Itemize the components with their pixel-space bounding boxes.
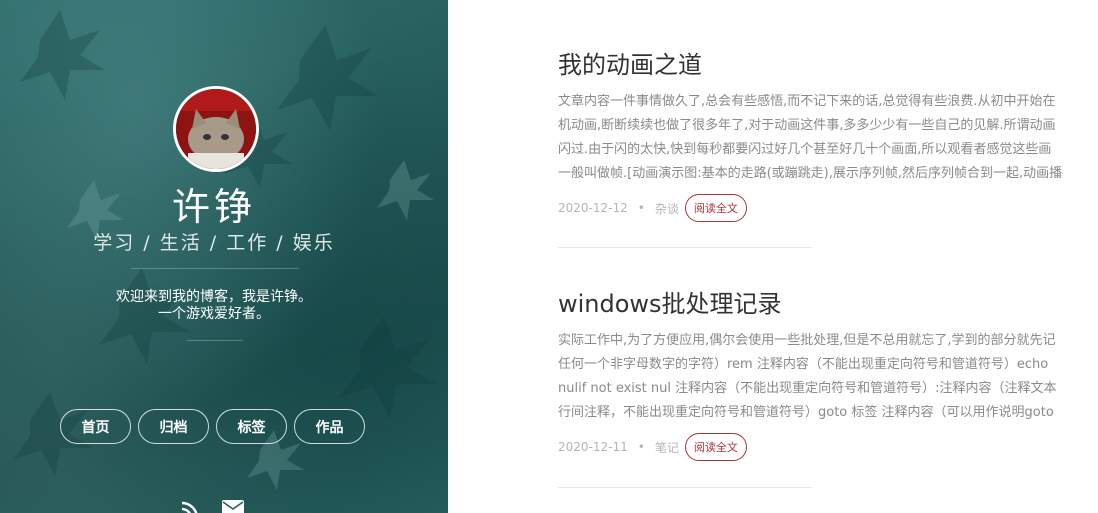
- post-title[interactable]: 我的动画之道: [558, 45, 1098, 80]
- post-category[interactable]: 笔记: [655, 439, 679, 456]
- mail-icon[interactable]: [222, 500, 244, 513]
- post-excerpt: 文章内容一件事情做久了,总会有些感悟,而不记下来的话,总觉得有些浪费.从初中开始…: [558, 90, 1098, 186]
- divider: [131, 268, 299, 269]
- excerpt-line: 实际工作中,为了方便应用,偶尔会使用一些批处理,但是不总用就忘了,学到的部分就先…: [558, 333, 1056, 348]
- post-divider: [558, 247, 812, 248]
- tagline: 学习 / 生活 / 工作 / 娱乐: [93, 232, 335, 254]
- social-links: [180, 500, 244, 513]
- divider: [187, 340, 243, 341]
- read-more-button[interactable]: 阅读全文: [684, 194, 747, 222]
- post-title[interactable]: windows批处理记录: [558, 284, 1098, 319]
- post-date: 2020-12-12: [558, 201, 628, 215]
- meta-separator: •: [637, 201, 645, 215]
- rss-icon[interactable]: [180, 500, 200, 513]
- nav-works-button[interactable]: 作品: [294, 409, 365, 444]
- excerpt-line: 一般叫做帧.[动画演示图:基本的走路(或蹦跳走),展示序列帧,然后序列帧合到一起…: [558, 166, 1063, 181]
- post-date: 2020-12-11: [558, 440, 628, 454]
- avatar[interactable]: [173, 86, 259, 172]
- excerpt-line: 任何一个非字母数字的字符）rem 注释内容（不能出现重定向符号和管道符号）ech…: [558, 357, 1049, 372]
- post-card: windows批处理记录 实际工作中,为了方便应用,偶尔会使用一些批处理,但是不…: [558, 284, 1098, 461]
- nav-archive-button[interactable]: 归档: [138, 409, 209, 444]
- post-meta: 2020-12-12 • 杂谈 阅读全文: [558, 194, 1098, 222]
- nav-tags-button[interactable]: 标签: [216, 409, 287, 444]
- excerpt-line: 文章内容一件事情做久了,总会有些感悟,而不记下来的话,总觉得有些浪费.从初中开始…: [558, 94, 1056, 109]
- post-meta: 2020-12-11 • 笔记 阅读全文: [558, 433, 1098, 461]
- read-more-button[interactable]: 阅读全文: [684, 433, 747, 461]
- post-card: 我的动画之道 文章内容一件事情做久了,总会有些感悟,而不记下来的话,总觉得有些浪…: [558, 45, 1098, 222]
- main-nav: 首页 归档 标签 作品: [60, 409, 365, 444]
- excerpt-line: 机动画,断断续续也做了很多年了,对于动画这件事,多多少少有一些自己的见解.所谓动…: [558, 118, 1056, 133]
- intro-line-1: 欢迎来到我的博客，我是许铮。: [116, 289, 312, 305]
- sidebar: 许铮 学习 / 生活 / 工作 / 娱乐 欢迎来到我的博客，我是许铮。 一个游戏…: [0, 0, 448, 513]
- intro-line-2: 一个游戏爱好者。: [158, 306, 270, 322]
- excerpt-line: 行间注释，不能出现重定向符号和管道符号）goto 标签 注释内容（可以用作说明g…: [558, 405, 1054, 420]
- post-divider: [558, 487, 812, 488]
- author-name: 许铮: [171, 185, 256, 229]
- meta-separator: •: [637, 440, 645, 454]
- post-excerpt: 实际工作中,为了方便应用,偶尔会使用一些批处理,但是不总用就忘了,学到的部分就先…: [558, 329, 1098, 425]
- post-category[interactable]: 杂谈: [655, 200, 679, 217]
- excerpt-line: 闪过.由于闪的太快,快到每秒都要闪过好几个甚至好几十个画面,所以观看者感觉这些画: [558, 142, 1052, 157]
- nav-home-button[interactable]: 首页: [60, 409, 131, 444]
- excerpt-line: nulif not exist nul 注释内容（不能出现重定向符号和管道符号）…: [558, 381, 1057, 396]
- cat-avatar-image: [176, 89, 256, 169]
- intro: 欢迎来到我的博客，我是许铮。 一个游戏爱好者。: [0, 289, 428, 323]
